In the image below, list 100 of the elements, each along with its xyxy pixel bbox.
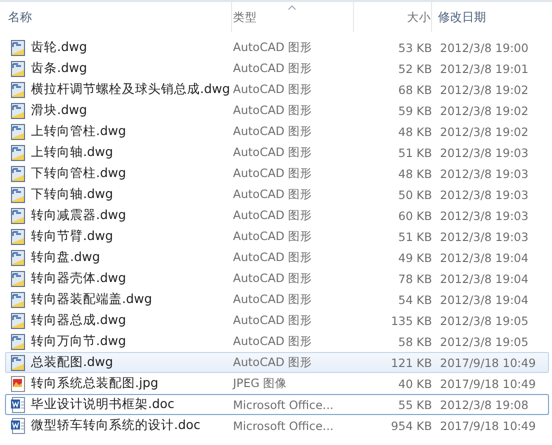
file-name: 滑块.dwg	[31, 102, 88, 119]
file-name: 转向器装配端盖.dwg	[31, 291, 152, 308]
file-name: 转向减震器.dwg	[31, 207, 126, 224]
file-row[interactable]: 转向盘.dwg AutoCAD 图形 49 KB 2012/3/8 19:04	[5, 247, 549, 268]
modified-date: 2012/3/8 19:03	[440, 166, 528, 180]
file-size: 55 KB	[398, 398, 432, 412]
file-size: 135 KB	[390, 314, 432, 328]
file-size: 51 KB	[398, 146, 432, 160]
file-row[interactable]: 转向减震器.dwg AutoCAD 图形 60 KB 2012/3/8 19:03	[5, 205, 549, 226]
file-type: AutoCAD 图形	[233, 187, 312, 202]
file-size: 59 KB	[398, 104, 432, 118]
drawing-file-icon	[10, 334, 26, 350]
file-type: AutoCAD 图形	[233, 61, 312, 76]
file-row[interactable]: 横拉杆调节螺栓及球头销总成.dwg AutoCAD 图形 68 KB 2012/3/8 19:02	[5, 79, 549, 100]
file-size: 40 KB	[398, 376, 432, 390]
column-header[interactable]: 大小	[354, 2, 432, 32]
file-type: AutoCAD 图形	[233, 229, 312, 244]
file-size: 78 KB	[398, 272, 432, 286]
file-size: 60 KB	[398, 208, 432, 222]
file-size: 52 KB	[398, 62, 432, 76]
file-name: 总装配图.dwg	[31, 354, 114, 371]
file-size: 68 KB	[398, 82, 432, 96]
modified-date: 2012/3/8 19:05	[440, 314, 528, 328]
file-size: 48 KB	[398, 124, 432, 138]
file-name: 上转向轴.dwg	[31, 144, 114, 161]
file-row[interactable]: 转向器总成.dwg AutoCAD 图形 135 KB 2012/3/8 19:05	[5, 310, 549, 331]
file-name: 上转向管柱.dwg	[31, 123, 126, 140]
file-row[interactable]: 齿轮.dwg AutoCAD 图形 53 KB 2012/3/8 19:00	[5, 37, 549, 58]
modified-date: 2012/3/8 19:02	[440, 124, 528, 138]
file-size: 53 KB	[398, 40, 432, 54]
file-row[interactable]: 微型轿车转向系统的设计.doc Microsoft Office... 954 KB 2017/9/18 10:49	[5, 415, 549, 436]
drawing-file-icon	[10, 354, 26, 370]
file-type: JPEG 图像	[233, 376, 288, 391]
file-row[interactable]: 下转向管柱.dwg AutoCAD 图形 48 KB 2012/3/8 19:03	[5, 163, 549, 184]
file-row[interactable]: 转向器装配端盖.dwg AutoCAD 图形 54 KB 2012/3/8 19:04	[5, 289, 549, 310]
file-type: AutoCAD 图形	[233, 124, 312, 139]
file-type: AutoCAD 图形	[233, 292, 312, 307]
drawing-file-icon	[10, 250, 26, 266]
file-row[interactable]: 下转向轴.dwg AutoCAD 图形 50 KB 2012/3/8 19:03	[5, 184, 549, 205]
drawing-file-icon	[10, 102, 26, 118]
column-header[interactable]: 修改日期	[432, 2, 552, 32]
file-type: AutoCAD 图形	[233, 103, 312, 118]
column-header[interactable]: 名称	[0, 2, 232, 32]
file-type: AutoCAD 图形	[233, 271, 312, 286]
file-name: 齿条.dwg	[31, 60, 88, 77]
modified-date: 2012/3/8 19:02	[440, 104, 528, 118]
modified-date: 2012/3/8 19:04	[440, 292, 528, 306]
file-type: AutoCAD 图形	[233, 334, 312, 349]
file-type: AutoCAD 图形	[233, 313, 312, 328]
modified-date: 2012/3/8 19:03	[440, 230, 528, 244]
file-name: 转向节臂.dwg	[31, 228, 114, 245]
drawing-file-icon	[10, 186, 26, 202]
document-file-icon	[10, 396, 26, 412]
file-row[interactable]: 总装配图.dwg AutoCAD 图形 121 KB 2017/9/18 10:49	[5, 352, 549, 373]
file-size: 48 KB	[398, 166, 432, 180]
modified-date: 2012/3/8 19:03	[440, 208, 528, 222]
drawing-file-icon	[10, 292, 26, 308]
file-size: 54 KB	[398, 292, 432, 306]
file-row[interactable]: 转向器壳体.dwg AutoCAD 图形 78 KB 2012/3/8 19:04	[5, 268, 549, 289]
file-name: 转向盘.dwg	[31, 249, 100, 266]
file-row[interactable]: 毕业设计说明书框架.doc Microsoft Office... 55 KB 2012/3/8 19:08	[5, 394, 549, 415]
file-size: 50 KB	[398, 188, 432, 202]
file-type: AutoCAD 图形	[233, 82, 312, 97]
file-row[interactable]: 上转向管柱.dwg AutoCAD 图形 48 KB 2012/3/8 19:02	[5, 121, 549, 142]
column-header[interactable]: 类型	[232, 2, 354, 32]
file-size: 121 KB	[390, 356, 432, 370]
file-name: 转向系统总装配图.jpg	[31, 375, 158, 392]
file-row[interactable]: 滑块.dwg AutoCAD 图形 59 KB 2012/3/8 19:02	[5, 100, 549, 121]
file-row[interactable]: 转向节臂.dwg AutoCAD 图形 51 KB 2012/3/8 19:03	[5, 226, 549, 247]
modified-date: 2017/9/18 10:49	[440, 356, 536, 370]
file-row[interactable]: 转向万向节.dwg AutoCAD 图形 58 KB 2012/3/8 19:05	[5, 331, 549, 352]
drawing-file-icon	[10, 228, 26, 244]
file-name: 下转向轴.dwg	[31, 186, 114, 203]
drawing-file-icon	[10, 124, 26, 140]
modified-date: 2012/3/8 19:03	[440, 188, 528, 202]
file-type: AutoCAD 图形	[233, 355, 312, 370]
file-name: 横拉杆调节螺栓及球头销总成.dwg	[31, 81, 230, 98]
file-name: 毕业设计说明书框架.doc	[31, 396, 174, 413]
modified-date: 2012/3/8 19:02	[440, 82, 528, 96]
modified-date: 2017/9/18 10:49	[440, 418, 536, 432]
drawing-file-icon	[10, 312, 26, 328]
file-name: 下转向管柱.dwg	[31, 165, 126, 182]
file-row[interactable]: 齿条.dwg AutoCAD 图形 52 KB 2012/3/8 19:01	[5, 58, 549, 79]
file-name: 微型轿车转向系统的设计.doc	[31, 417, 200, 434]
file-row[interactable]: 上转向轴.dwg AutoCAD 图形 51 KB 2012/3/8 19:03	[5, 142, 549, 163]
file-type: Microsoft Office...	[233, 398, 334, 412]
drawing-file-icon	[10, 144, 26, 160]
modified-date: 2012/3/8 19:01	[440, 62, 528, 76]
file-type: AutoCAD 图形	[233, 40, 312, 55]
file-row[interactable]: 转向系统总装配图.jpg JPEG 图像 40 KB 2017/9/18 10:49	[5, 373, 549, 394]
file-size: 58 KB	[398, 334, 432, 348]
modified-date: 2017/9/18 10:49	[440, 376, 536, 390]
drawing-file-icon	[10, 60, 26, 76]
file-size: 51 KB	[398, 230, 432, 244]
drawing-file-icon	[10, 82, 26, 98]
file-size: 49 KB	[398, 250, 432, 264]
drawing-file-icon	[10, 270, 26, 286]
file-type: AutoCAD 图形	[233, 166, 312, 181]
document-file-icon	[10, 418, 26, 434]
modified-date: 2012/3/8 19:04	[440, 272, 528, 286]
